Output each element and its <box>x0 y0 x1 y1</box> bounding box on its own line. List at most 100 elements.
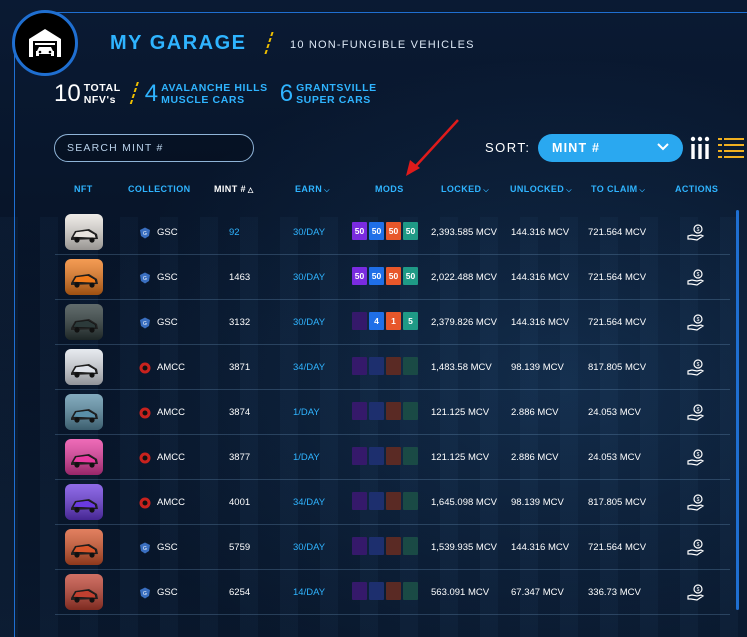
mod-slot[interactable] <box>403 537 418 555</box>
vehicle-thumbnail[interactable] <box>65 484 103 520</box>
to-claim-cell: 24.053 MCV <box>588 452 641 463</box>
column-header-unlocked[interactable]: UNLOCKED ⌵ <box>510 184 572 195</box>
collection-cell: G GSC <box>139 525 178 570</box>
mod-slot[interactable] <box>403 402 418 420</box>
mod-slot[interactable]: 50 <box>403 222 418 240</box>
collection-cell: AMCC <box>139 390 185 435</box>
vehicle-thumbnail[interactable] <box>65 529 103 565</box>
vehicle-thumbnail[interactable] <box>65 349 103 385</box>
mod-slot[interactable] <box>369 582 384 600</box>
column-header-mint[interactable]: MINT # △ <box>214 184 254 194</box>
mod-slot[interactable] <box>352 492 367 510</box>
table-row[interactable]: G GSC 3132 30/DAY 4 1 5 2,379.826 MCV 144.316 MC… <box>55 300 730 345</box>
stat-super-number: 6 <box>279 80 294 107</box>
mod-slot[interactable] <box>403 357 418 375</box>
unlocked-cell: 2.886 MCV <box>511 407 559 418</box>
svg-text:$: $ <box>697 542 700 548</box>
claim-coin-hand-icon[interactable]: $ <box>687 224 705 242</box>
mod-slot[interactable] <box>352 582 367 600</box>
mod-slot[interactable] <box>352 537 367 555</box>
table-row[interactable]: G GSC 92 30/DAY 50 50 50 50 2,393.585 MCV 144.316… <box>55 210 730 255</box>
mod-slot[interactable] <box>386 537 401 555</box>
mod-slot[interactable]: 50 <box>403 267 418 285</box>
svg-text:$: $ <box>697 317 700 323</box>
mod-slot[interactable]: 50 <box>369 222 384 240</box>
to-claim-cell: 721.564 MCV <box>588 317 647 328</box>
table-row[interactable]: AMCC 3871 34/DAY 1,483.58 MCV 98.139 MCV 817.… <box>55 345 730 390</box>
unlocked-cell: 98.139 MCV <box>511 362 564 373</box>
to-claim-cell: 721.564 MCV <box>588 542 647 553</box>
amcc-badge-icon <box>139 362 151 373</box>
column-header-locked[interactable]: LOCKED ⌵ <box>441 184 489 195</box>
unlocked-cell: 144.316 MCV <box>511 272 570 283</box>
table-row[interactable]: AMCC 3877 1/DAY 121.125 MCV 2.886 MCV 24.053 … <box>55 435 730 480</box>
locked-cell: 1,483.58 MCV <box>431 362 492 373</box>
mod-slot[interactable]: 5 <box>403 312 418 330</box>
mod-slot[interactable] <box>352 357 367 375</box>
list-view-icon[interactable] <box>718 136 744 160</box>
claim-coin-hand-icon[interactable]: $ <box>687 404 705 422</box>
mod-slot[interactable] <box>386 447 401 465</box>
claim-coin-hand-icon[interactable]: $ <box>687 359 705 377</box>
vehicle-thumbnail[interactable] <box>65 439 103 475</box>
table-row[interactable]: AMCC 3874 1/DAY 121.125 MCV 2.886 MCV 24.053 … <box>55 390 730 435</box>
unlocked-cell: 67.347 MCV <box>511 587 564 598</box>
claim-coin-hand-icon[interactable]: $ <box>687 314 705 332</box>
search-input[interactable]: SEARCH MINT # <box>54 134 254 162</box>
mod-slot[interactable]: 50 <box>386 267 401 285</box>
grid-view-icon[interactable] <box>689 136 711 160</box>
chevron-down-icon: ⌵ <box>566 187 572 194</box>
mint-cell: 6254 <box>229 587 251 598</box>
mod-slot[interactable] <box>352 447 367 465</box>
collection-cell: G GSC <box>139 570 178 615</box>
mod-slot[interactable] <box>386 357 401 375</box>
mod-slot[interactable]: 1 <box>386 312 401 330</box>
column-header-actions: ACTIONS <box>675 184 719 194</box>
mod-slot[interactable]: 4 <box>369 312 384 330</box>
vehicle-thumbnail[interactable] <box>65 214 103 250</box>
mod-slot[interactable] <box>352 312 367 330</box>
sort-dropdown[interactable]: MINT # <box>538 134 683 162</box>
mod-slot[interactable]: 50 <box>352 222 367 240</box>
mod-slot[interactable] <box>369 447 384 465</box>
mods-cell <box>352 492 418 510</box>
vehicle-thumbnail[interactable] <box>65 394 103 430</box>
mod-slot[interactable] <box>403 582 418 600</box>
mod-slot[interactable]: 50 <box>352 267 367 285</box>
mod-slot[interactable] <box>403 492 418 510</box>
table-row[interactable]: AMCC 4001 34/DAY 1,645.098 MCV 98.139 MCV 817… <box>55 480 730 525</box>
mod-slot[interactable] <box>386 492 401 510</box>
page-subtitle: 10 NON-FUNGIBLE VEHICLES <box>290 39 475 51</box>
vehicle-thumbnail[interactable] <box>65 304 103 340</box>
mod-slot[interactable] <box>369 537 384 555</box>
claim-coin-hand-icon[interactable]: $ <box>687 269 705 287</box>
claim-coin-hand-icon[interactable]: $ <box>687 584 705 602</box>
unlocked-cell: 144.316 MCV <box>511 542 570 553</box>
svg-text:$: $ <box>697 497 700 503</box>
claim-coin-hand-icon[interactable]: $ <box>687 449 705 467</box>
mint-cell: 92 <box>229 227 240 238</box>
mod-slot[interactable] <box>369 402 384 420</box>
mod-slot[interactable] <box>403 447 418 465</box>
column-header-earn[interactable]: EARN ⌵ <box>295 184 330 195</box>
mod-slot[interactable] <box>386 582 401 600</box>
column-header-to-claim[interactable]: TO CLAIM ⌵ <box>591 184 645 195</box>
claim-coin-hand-icon[interactable]: $ <box>687 539 705 557</box>
mod-slot[interactable] <box>386 402 401 420</box>
collection-cell: G GSC <box>139 255 178 300</box>
scrollbar[interactable] <box>736 210 739 610</box>
vehicle-thumbnail[interactable] <box>65 259 103 295</box>
claim-coin-hand-icon[interactable]: $ <box>687 494 705 512</box>
mod-slot[interactable]: 50 <box>386 222 401 240</box>
column-header-collection[interactable]: COLLECTION <box>128 184 191 194</box>
table-row[interactable]: G GSC 5759 30/DAY 1,539.935 MCV 144.316 MCV 72… <box>55 525 730 570</box>
mod-slot[interactable]: 50 <box>369 267 384 285</box>
vehicle-thumbnail[interactable] <box>65 574 103 610</box>
mod-slot[interactable] <box>352 402 367 420</box>
table-row[interactable]: G GSC 1463 30/DAY 50 50 50 50 2,022.488 MCV 144.3… <box>55 255 730 300</box>
mod-slot[interactable] <box>369 357 384 375</box>
mod-slot[interactable] <box>369 492 384 510</box>
table-row[interactable]: G GSC 6254 14/DAY 563.091 MCV 67.347 MCV 336.7… <box>55 570 730 615</box>
svg-text:$: $ <box>697 452 700 458</box>
earn-cell: 30/DAY <box>293 227 326 238</box>
